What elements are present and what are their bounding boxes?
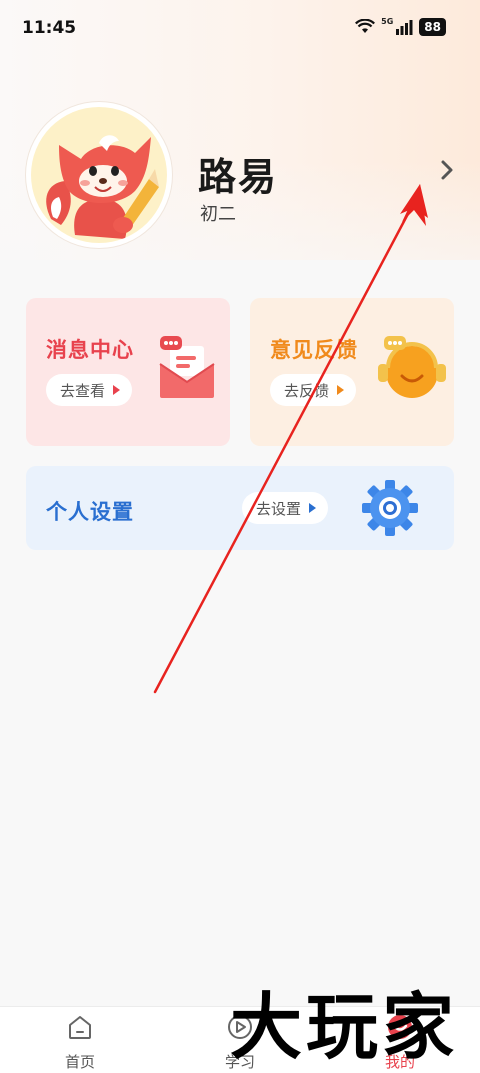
avatar-image: [31, 107, 167, 243]
give-feedback-button[interactable]: 去反馈: [270, 374, 357, 406]
battery-indicator: 88: [419, 18, 446, 36]
status-icons: 5G 88: [355, 16, 446, 36]
profile-grade: 初二: [200, 204, 236, 225]
fox-mascot-icon: [46, 135, 159, 239]
go-settings-label: 去设置: [256, 499, 302, 518]
envelope-icon: [159, 336, 215, 398]
network-label: 5G: [381, 16, 394, 26]
watermark: 大玩家: [230, 985, 458, 1064]
status-time: 11:45: [22, 18, 77, 38]
view-messages-label: 去查看: [60, 381, 106, 400]
status-bar: 11:45 5G 88: [0, 0, 480, 56]
wifi-icon: [355, 19, 376, 33]
view-messages-button[interactable]: 去查看: [46, 374, 133, 406]
headset-smiley-icon: [378, 336, 446, 398]
message-center-card[interactable]: 消息中心 去查看: [26, 298, 230, 446]
triangle-right-icon: [309, 503, 317, 513]
nav-home-label: 首页: [64, 1053, 95, 1071]
give-feedback-label: 去反馈: [284, 381, 330, 400]
message-center-title: 消息中心: [46, 338, 134, 362]
home-icon: [69, 1016, 91, 1039]
feedback-card[interactable]: 意见反馈 去反馈: [250, 298, 454, 446]
profile-name: 路易: [198, 155, 279, 199]
go-settings-button[interactable]: 去设置: [242, 492, 329, 524]
signal-icon: [396, 20, 413, 35]
gear-icon: [362, 480, 418, 536]
triangle-right-icon: [113, 385, 121, 395]
avatar[interactable]: [26, 102, 172, 248]
nav-home[interactable]: 首页: [30, 1007, 130, 1073]
chevron-right-icon[interactable]: [436, 158, 458, 182]
personal-settings-title: 个人设置: [46, 500, 134, 524]
personal-settings-card[interactable]: 个人设置 去设置: [26, 466, 454, 550]
feedback-title: 意见反馈: [270, 338, 358, 362]
triangle-right-icon: [337, 385, 345, 395]
watermark-text: 大玩家: [230, 985, 458, 1064]
